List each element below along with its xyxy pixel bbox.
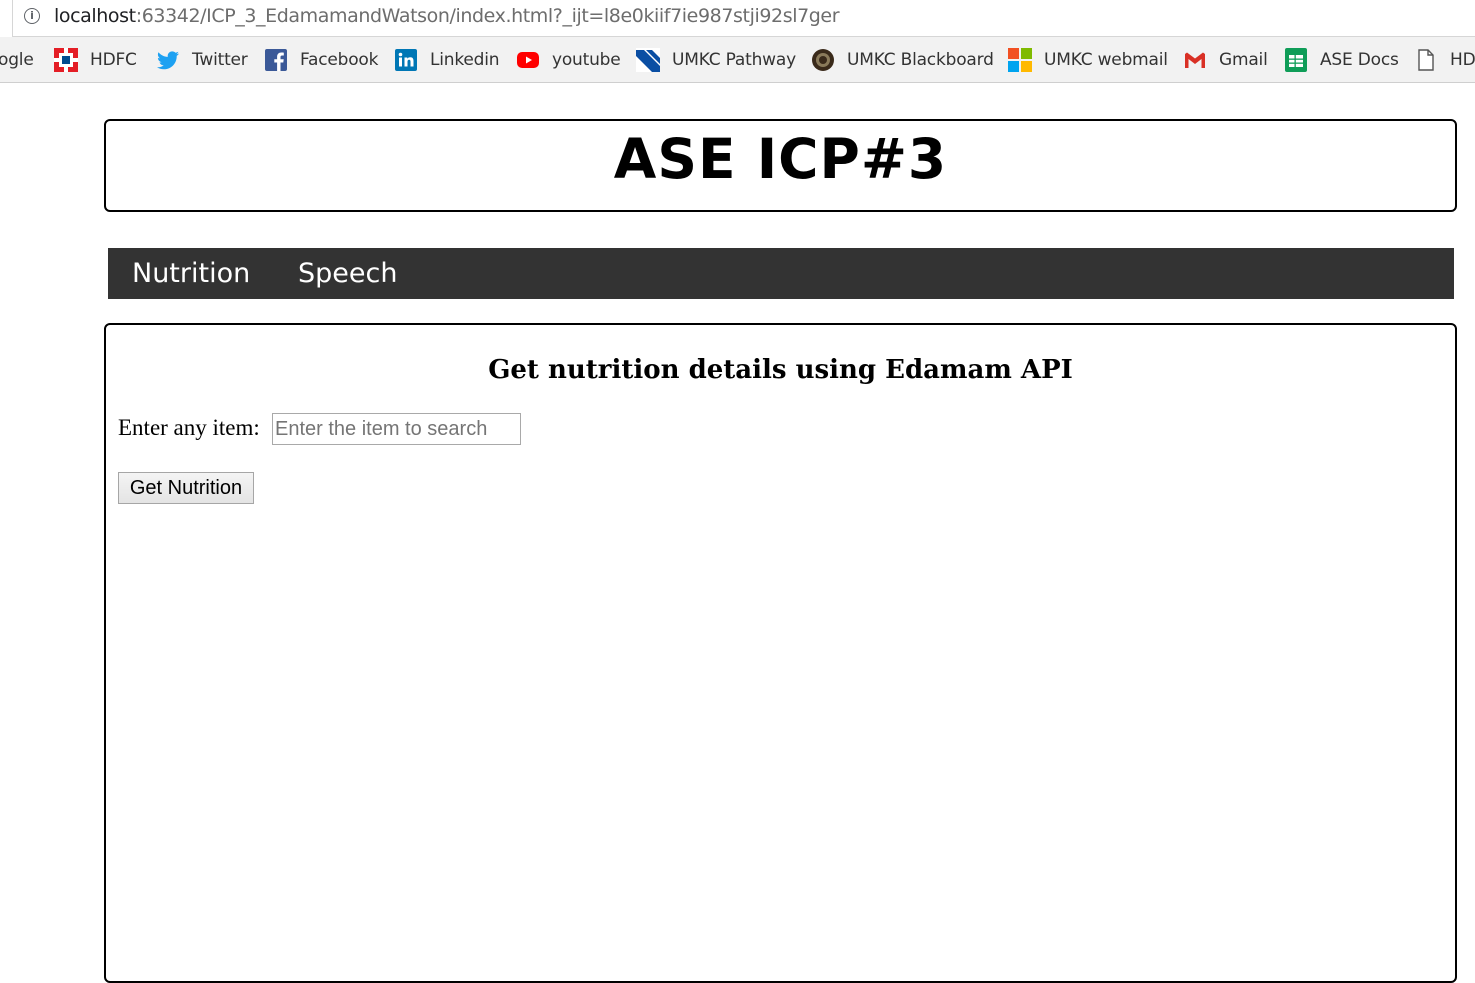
bookmark-label: UMKC webmail [1044,50,1168,70]
bookmark-umkc-webmail[interactable]: UMKC webmail [1008,37,1168,82]
bookmark-twitter[interactable]: Twitter [156,37,248,82]
item-input-label: Enter any item: [118,415,260,440]
hdfc-icon [54,48,78,72]
top-navbar: Nutrition Speech [108,248,1454,299]
bookmark-label: HD [1450,50,1475,70]
get-nutrition-button[interactable]: Get Nutrition [118,472,254,504]
item-search-input[interactable] [272,413,521,445]
microsoft-icon [1008,48,1032,72]
url-text[interactable]: localhost:63342/ICP_3_EdamamandWatson/in… [54,5,840,27]
bookmark-label: ogle [0,50,34,70]
url-host: localhost [54,5,136,27]
info-icon[interactable]: i [24,8,40,24]
bookmark-label: UMKC Blackboard [847,50,994,70]
bookmark-label: ASE Docs [1320,50,1399,70]
bookmark-facebook[interactable]: Facebook [264,37,379,82]
bookmark-hd[interactable]: HD [1414,37,1475,82]
bookmark-label: HDFC [90,50,137,70]
umkc-pathway-icon [636,48,660,72]
bookmark-gmail[interactable]: Gmail [1183,37,1268,82]
twitter-icon [156,48,180,72]
bookmark-hdfc[interactable]: HDFC [54,37,137,82]
nutrition-panel: Get nutrition details using Edamam API E… [104,323,1457,983]
blackboard-icon [811,48,835,72]
bookmark-label: Facebook [300,50,379,70]
page-header: ASE ICP#3 [104,119,1457,212]
bookmark-umkc-pathway[interactable]: UMKC Pathway [636,37,796,82]
bookmark-label: youtube [552,50,621,70]
document-icon [1414,48,1438,72]
bookmark-label: Linkedin [430,50,500,70]
nav-nutrition[interactable]: Nutrition [132,248,250,299]
bookmark-google[interactable]: ogle [0,37,34,82]
nav-speech[interactable]: Speech [298,248,397,299]
address-bar[interactable]: i localhost:63342/ICP_3_EdamamandWatson/… [0,0,1475,37]
youtube-icon [516,48,540,72]
bookmark-ase-docs[interactable]: ASE Docs [1284,37,1399,82]
bookmark-label: UMKC Pathway [672,50,796,70]
gmail-icon [1183,48,1207,72]
bookmark-youtube[interactable]: youtube [516,37,621,82]
nutrition-heading: Get nutrition details using Edamam API [488,355,1073,385]
page-title: ASE ICP#3 [613,127,948,191]
linkedin-icon [394,48,418,72]
bookmark-label: Gmail [1219,50,1268,70]
url-path: :63342/ICP_3_EdamamandWatson/index.html?… [135,5,840,27]
bookmark-umkc-blackboard[interactable]: UMKC Blackboard [811,37,994,82]
bookmark-linkedin[interactable]: Linkedin [394,37,500,82]
facebook-icon [264,48,288,72]
bookmarks-bar: ogle HDFC Twitter Facebook Linkedin yout… [0,37,1475,83]
bookmark-label: Twitter [192,50,248,70]
sheets-icon [1284,48,1308,72]
